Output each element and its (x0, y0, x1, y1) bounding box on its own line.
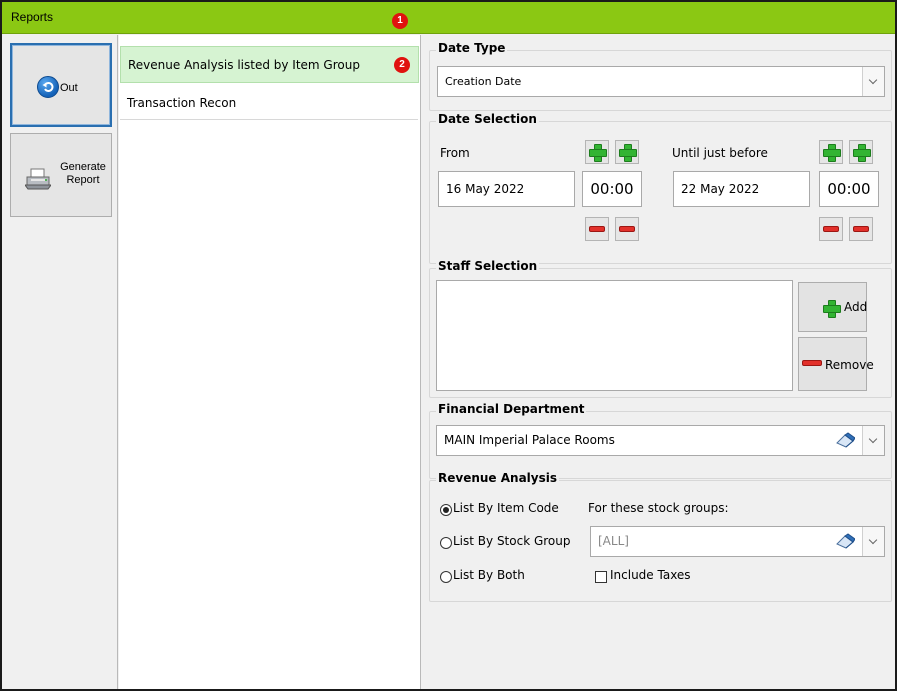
staff-selection-legend: Staff Selection (436, 259, 540, 273)
until-date-increment-button[interactable] (819, 140, 843, 164)
action-pane: Out Generate Report (2, 35, 118, 689)
date-selection-legend: Date Selection (436, 112, 539, 126)
financial-department-value: MAIN Imperial Palace Rooms (444, 433, 615, 447)
from-label: From (440, 146, 470, 160)
until-time-decrement-button[interactable] (849, 217, 873, 241)
plus-icon (823, 300, 841, 318)
list-by-both-radio[interactable] (440, 571, 452, 583)
out-button-label: Out (60, 82, 78, 94)
chevron-down-icon[interactable] (862, 527, 884, 556)
from-date-increment-button[interactable] (585, 140, 609, 164)
from-time-field[interactable]: 00:00 (582, 171, 642, 207)
plus-icon (853, 144, 871, 162)
date-type-select[interactable]: Creation Date (437, 66, 885, 97)
until-time-value: 00:00 (827, 180, 871, 198)
stock-groups-value: [ALL] (598, 534, 629, 548)
from-date-decrement-button[interactable] (585, 217, 609, 241)
financial-department-group: Financial Department MAIN Imperial Palac… (429, 402, 892, 479)
list-by-both-label[interactable]: List By Both (453, 568, 525, 582)
date-selection-group: Date Selection From 16 May 2022 00:00 Un… (429, 112, 892, 264)
stock-groups-label: For these stock groups: (588, 501, 729, 515)
include-taxes-checkbox[interactable] (595, 571, 607, 583)
minus-icon (823, 226, 839, 232)
from-date-field[interactable]: 16 May 2022 (438, 171, 575, 207)
until-date-field[interactable]: 22 May 2022 (673, 171, 810, 207)
list-by-stock-group-label[interactable]: List By Stock Group (453, 534, 571, 548)
title-bar: Reports 1 (2, 2, 895, 34)
date-type-value: Creation Date (445, 75, 522, 88)
list-by-item-code-label[interactable]: List By Item Code (453, 501, 559, 515)
remove-staff-button[interactable]: Remove (798, 337, 874, 391)
report-item-revenue-analysis[interactable]: Revenue Analysis listed by Item Group 2 (120, 46, 419, 83)
generate-report-button[interactable]: Generate Report (10, 133, 112, 217)
generate-label-line2: Report (66, 174, 100, 186)
minus-icon (853, 226, 869, 232)
plus-icon (589, 144, 607, 162)
include-taxes-label[interactable]: Include Taxes (610, 568, 691, 582)
report-item-label: Revenue Analysis listed by Item Group (128, 58, 360, 72)
staff-list[interactable] (436, 280, 793, 391)
date-type-legend: Date Type (436, 41, 508, 55)
minus-icon (619, 226, 635, 232)
revenue-analysis-group: Revenue Analysis List By Item Code For t… (429, 471, 892, 602)
annotation-badge-1: 1 (392, 13, 408, 29)
out-button[interactable]: Out (10, 43, 112, 127)
generate-label-line1: Generate (60, 161, 106, 173)
from-date-value: 16 May 2022 (446, 182, 525, 196)
add-button-label: Add (844, 300, 868, 314)
report-parameters-pane: Date Type Creation Date Date Selection F… (422, 35, 895, 689)
window-title: Reports (11, 10, 54, 24)
until-date-value: 22 May 2022 (681, 182, 760, 196)
minus-icon (589, 226, 605, 232)
report-list: Revenue Analysis listed by Item Group 2 … (119, 35, 421, 689)
until-time-increment-button[interactable] (849, 140, 873, 164)
list-by-stock-group-radio[interactable] (440, 537, 452, 549)
annotation-badge-2: 2 (394, 57, 410, 73)
staff-selection-group: Staff Selection Add Remove (429, 259, 892, 398)
list-divider (120, 119, 418, 120)
plus-icon (823, 144, 841, 162)
minus-icon (802, 360, 822, 366)
financial-department-select[interactable]: MAIN Imperial Palace Rooms (436, 425, 885, 456)
report-item-label: Transaction Recon (127, 96, 237, 110)
reports-window: Reports 1 Out Generate Report Revenue An… (0, 0, 897, 691)
add-staff-button[interactable]: Add (798, 282, 867, 332)
date-type-group: Date Type Creation Date (429, 41, 892, 111)
from-time-value: 00:00 (590, 180, 634, 198)
until-date-decrement-button[interactable] (819, 217, 843, 241)
stock-groups-select[interactable]: [ALL] (590, 526, 885, 557)
report-item-transaction-recon[interactable]: Transaction Recon (120, 90, 419, 117)
list-by-item-code-radio[interactable] (440, 504, 452, 516)
plus-icon (619, 144, 637, 162)
chevron-down-icon[interactable] (862, 426, 884, 455)
generate-report-label: Generate Report (55, 161, 111, 187)
until-label: Until just before (672, 146, 768, 160)
until-time-field[interactable]: 00:00 (819, 171, 879, 207)
back-arrow-icon (37, 76, 59, 98)
financial-department-legend: Financial Department (436, 402, 587, 416)
eraser-icon[interactable] (835, 533, 855, 549)
from-time-increment-button[interactable] (615, 140, 639, 164)
revenue-analysis-legend: Revenue Analysis (436, 471, 560, 485)
chevron-down-icon[interactable] (862, 67, 884, 96)
eraser-icon[interactable] (835, 432, 855, 448)
from-time-decrement-button[interactable] (615, 217, 639, 241)
printer-icon (25, 168, 51, 190)
remove-button-label: Remove (825, 358, 874, 372)
